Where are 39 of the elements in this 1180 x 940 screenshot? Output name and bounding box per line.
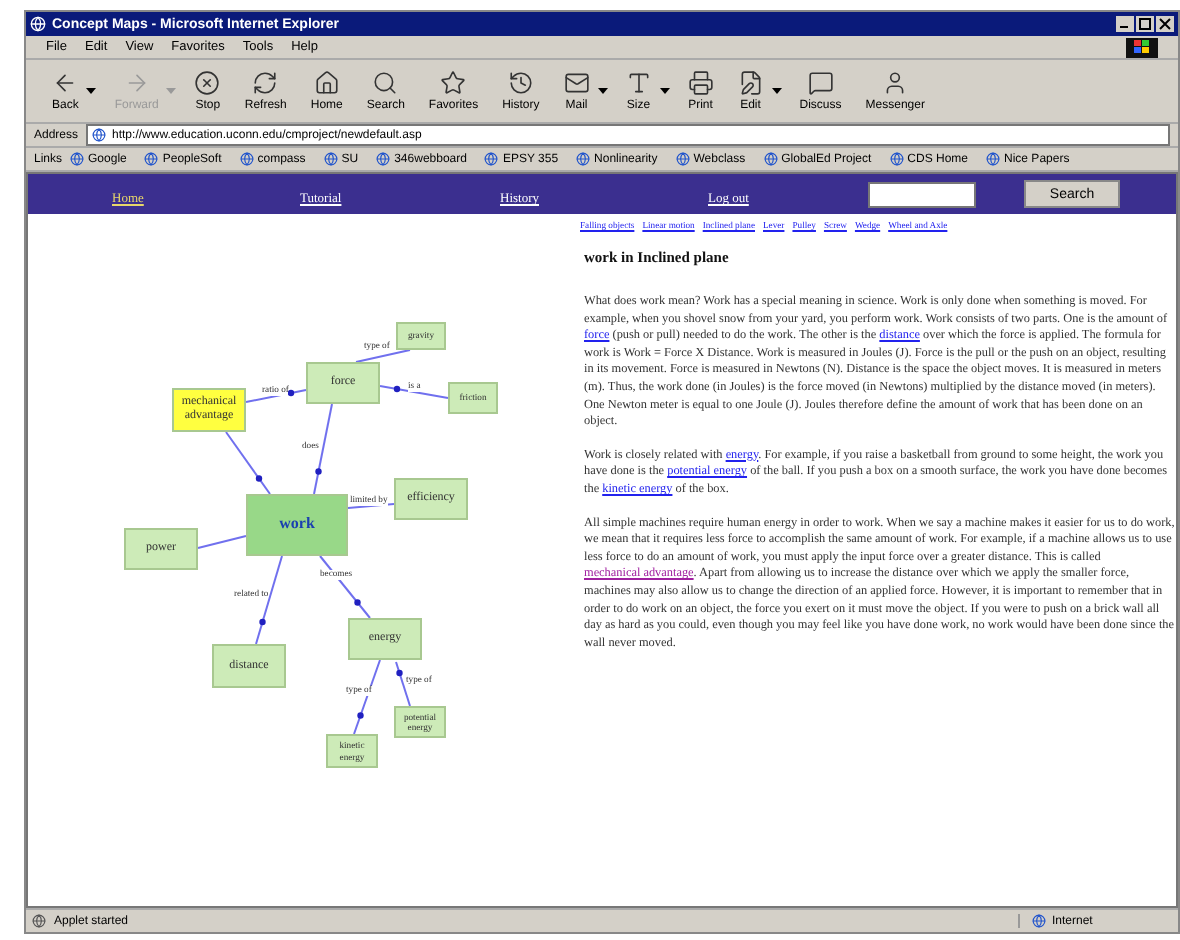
caret-icon[interactable] bbox=[771, 87, 782, 95]
page-icon bbox=[376, 152, 391, 166]
back-arrow-icon bbox=[52, 70, 79, 96]
letter-size-icon bbox=[625, 70, 652, 96]
home-icon bbox=[313, 70, 340, 96]
page-icon bbox=[70, 152, 85, 166]
person-icon bbox=[882, 70, 909, 96]
caret-icon[interactable] bbox=[659, 87, 670, 95]
page-icon bbox=[889, 152, 904, 166]
page-icon bbox=[484, 152, 499, 166]
stop-icon bbox=[194, 70, 221, 96]
forward-arrow-icon bbox=[123, 70, 150, 96]
mail-icon bbox=[563, 70, 590, 96]
edit-icon bbox=[737, 70, 764, 96]
search-icon bbox=[372, 70, 399, 96]
search-field[interactable] bbox=[868, 181, 976, 207]
globe-icon bbox=[1032, 914, 1046, 928]
page-icon bbox=[675, 152, 690, 166]
history-icon bbox=[507, 70, 534, 96]
close-icon[interactable] bbox=[1156, 16, 1174, 32]
page-icon bbox=[323, 152, 338, 166]
page-icon bbox=[763, 152, 778, 166]
page-icon bbox=[92, 128, 107, 142]
page-icon bbox=[239, 152, 254, 166]
caret-icon[interactable] bbox=[86, 87, 97, 95]
printer-icon bbox=[687, 70, 714, 96]
star-icon bbox=[440, 70, 467, 96]
caret-icon[interactable] bbox=[597, 87, 608, 95]
windows-logo-icon bbox=[1126, 37, 1158, 57]
chat-icon bbox=[807, 70, 834, 96]
page-icon bbox=[986, 152, 1001, 166]
refresh-icon bbox=[252, 70, 279, 96]
minimize-icon[interactable] bbox=[1116, 16, 1134, 32]
browser-icon bbox=[30, 16, 46, 32]
page-icon bbox=[576, 152, 591, 166]
applet-icon bbox=[32, 914, 46, 928]
page-icon bbox=[144, 152, 159, 166]
maximize-icon[interactable] bbox=[1136, 16, 1154, 32]
concept-node[interactable]: work bbox=[246, 494, 348, 556]
